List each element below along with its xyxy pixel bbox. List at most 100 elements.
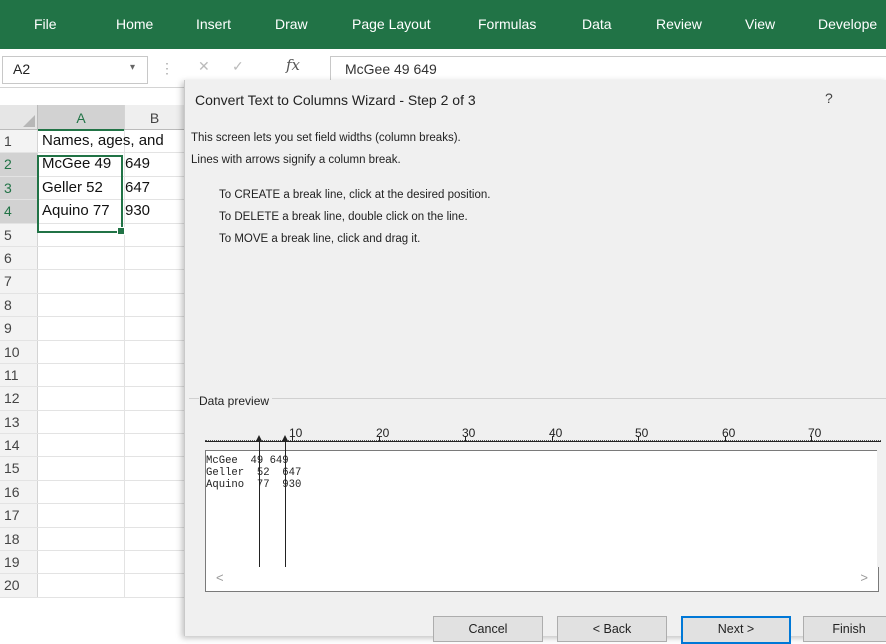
cell-a16[interactable] — [38, 480, 125, 504]
cell-a4[interactable]: Aquino 77 — [38, 200, 125, 223]
tab-formulas[interactable]: Formulas — [478, 0, 536, 49]
cell-a2[interactable]: McGee 49 — [38, 153, 125, 176]
tab-developer[interactable]: Develope — [818, 0, 877, 49]
cell-b20[interactable] — [125, 574, 184, 596]
row-header[interactable]: 8 — [0, 293, 38, 317]
cell-b13[interactable] — [125, 411, 184, 433]
cell-b5[interactable] — [125, 224, 184, 246]
help-button[interactable]: ? — [825, 90, 833, 106]
cell-b17[interactable] — [125, 504, 184, 526]
cell-a3[interactable]: Geller 52 — [38, 176, 125, 200]
cell-b15[interactable] — [125, 457, 184, 479]
row-header[interactable]: 9 — [0, 317, 38, 340]
row-header[interactable]: 19 — [0, 551, 38, 574]
cell-b3[interactable]: 647 — [125, 177, 184, 199]
drag-handle-icon[interactable]: ⋮ — [160, 60, 174, 77]
row-header[interactable]: 17 — [0, 504, 38, 527]
cell-a13[interactable] — [38, 410, 125, 434]
cell-b1[interactable] — [125, 130, 184, 152]
row-header[interactable]: 15 — [0, 457, 38, 480]
select-all-icon — [23, 115, 35, 127]
cell-a20[interactable] — [38, 574, 125, 597]
cell-a18[interactable] — [38, 527, 125, 551]
column-break-line[interactable] — [259, 441, 260, 567]
data-preview-label: Data preview — [199, 394, 273, 408]
tab-review[interactable]: Review — [656, 0, 702, 49]
cell-a19[interactable] — [38, 551, 125, 574]
grid-rows: 1 Names, ages, and 2 McGee 49 649 3 Geller 5… — [0, 130, 184, 598]
tab-data[interactable]: Data — [582, 0, 612, 49]
cell-b14[interactable] — [125, 434, 184, 456]
fx-icon[interactable]: fx — [286, 56, 300, 74]
cell-b2[interactable]: 649 — [125, 153, 184, 175]
cell-a7[interactable] — [38, 270, 125, 293]
back-button[interactable]: < Back — [557, 616, 667, 642]
horizontal-scrollbar[interactable]: < > — [205, 567, 879, 592]
cell-b16[interactable] — [125, 481, 184, 503]
cell-b10[interactable] — [125, 341, 184, 363]
cell-a10[interactable] — [38, 340, 125, 363]
row-header[interactable]: 18 — [0, 527, 38, 551]
scroll-left-icon[interactable]: < — [216, 570, 224, 585]
row-header[interactable]: 6 — [0, 246, 38, 270]
row-header[interactable]: 13 — [0, 410, 38, 434]
row-header[interactable]: 16 — [0, 480, 38, 504]
ruler-line — [205, 441, 881, 442]
cell-b19[interactable] — [125, 551, 184, 573]
tab-home[interactable]: Home — [116, 0, 153, 49]
column-header-b[interactable]: B — [125, 105, 185, 130]
preview-line: McGee 49 649 — [206, 455, 289, 467]
column-header-a[interactable]: A — [38, 105, 125, 131]
cell-b11[interactable] — [125, 364, 184, 386]
cell-a14[interactable] — [38, 434, 125, 457]
column-ruler[interactable]: 10 20 30 40 50 60 70 — [205, 426, 881, 442]
cell-a8[interactable] — [38, 293, 125, 317]
cell-b9[interactable] — [125, 317, 184, 339]
chevron-down-icon[interactable]: ▾ — [130, 62, 135, 73]
row-header[interactable]: 2 — [0, 153, 38, 176]
data-preview-pane[interactable]: McGee 49 649 Geller 52 647 Aquino 77 930 — [205, 450, 879, 569]
cell-b18[interactable] — [125, 528, 184, 550]
grid-row: 12 — [0, 387, 184, 411]
select-all-corner[interactable] — [0, 105, 38, 130]
cell-a15[interactable] — [38, 457, 125, 480]
tab-view[interactable]: View — [745, 0, 775, 49]
check-icon[interactable]: ✓ — [232, 58, 244, 75]
row-header[interactable]: 7 — [0, 270, 38, 293]
tab-insert[interactable]: Insert — [196, 0, 231, 49]
row-header[interactable]: 3 — [0, 176, 38, 200]
tab-draw[interactable]: Draw — [275, 0, 308, 49]
finish-button[interactable]: Finish — [803, 616, 886, 642]
row-header[interactable]: 4 — [0, 200, 38, 223]
cell-a9[interactable] — [38, 317, 125, 340]
row-header[interactable]: 12 — [0, 387, 38, 410]
cell-a6[interactable] — [38, 246, 125, 270]
row-header[interactable]: 10 — [0, 340, 38, 363]
name-box[interactable]: A2 ▾ — [2, 56, 148, 84]
scroll-right-icon[interactable]: > — [860, 570, 868, 585]
cell-a17[interactable] — [38, 504, 125, 527]
tab-page-layout[interactable]: Page Layout — [352, 0, 431, 49]
column-break-line[interactable] — [285, 441, 286, 567]
cell-b12[interactable] — [125, 387, 184, 409]
cancel-icon[interactable]: ✕ — [198, 58, 210, 75]
instruction-delete: To DELETE a break line, double click on … — [219, 211, 468, 223]
cell-b6[interactable] — [125, 247, 184, 269]
cancel-button[interactable]: Cancel — [433, 616, 543, 642]
cell-b8[interactable] — [125, 294, 184, 316]
tab-file[interactable]: File — [34, 0, 57, 49]
cell-a5[interactable] — [38, 223, 125, 246]
cell-a11[interactable] — [38, 363, 125, 387]
row-header[interactable]: 5 — [0, 223, 38, 246]
preview-text: McGee 49 649 Geller 52 647 Aquino 77 930 — [206, 455, 301, 491]
row-header[interactable]: 20 — [0, 574, 38, 597]
row-header[interactable]: 14 — [0, 434, 38, 457]
ruler-tick — [292, 436, 293, 442]
cell-a1[interactable]: Names, ages, and — [38, 130, 164, 153]
row-header[interactable]: 1 — [0, 130, 38, 153]
row-header[interactable]: 11 — [0, 363, 38, 387]
next-button[interactable]: Next > — [681, 616, 791, 644]
cell-a12[interactable] — [38, 387, 125, 410]
cell-b7[interactable] — [125, 270, 184, 292]
cell-b4[interactable]: 930 — [125, 200, 184, 222]
